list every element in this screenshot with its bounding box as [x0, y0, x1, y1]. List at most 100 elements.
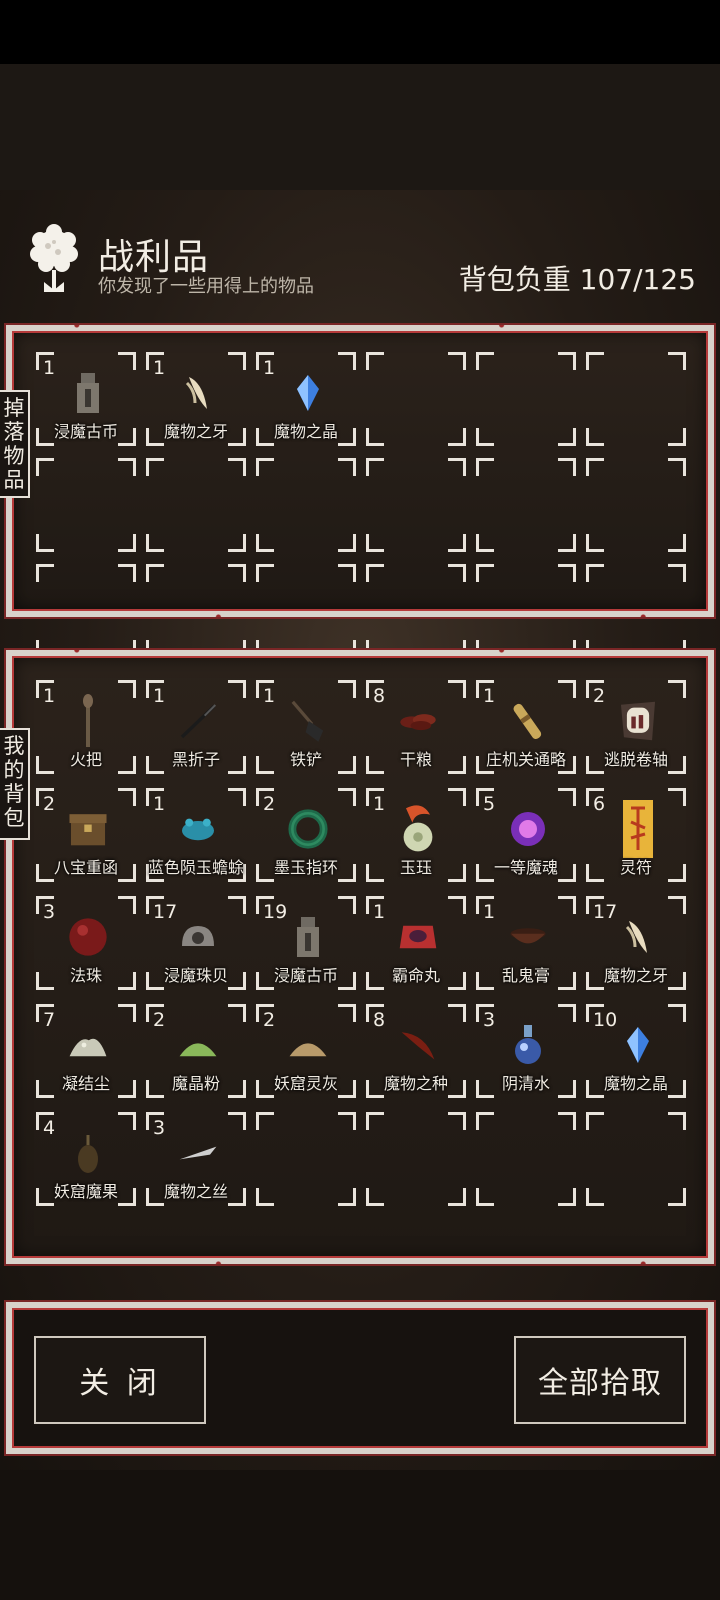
item-quantity: 2: [153, 1009, 166, 1031]
bag-item-slot[interactable]: 17 魔物之牙: [586, 896, 686, 990]
drop-empty-slot[interactable]: [476, 564, 576, 658]
slot-corner: [586, 352, 604, 370]
bag-item-slot[interactable]: 1 蓝色陨玉蟾蜍: [146, 788, 246, 882]
item-quantity: 2: [263, 1009, 276, 1031]
bag-item-slot[interactable]: 7 凝结尘: [36, 1004, 136, 1098]
crystal-icon: [288, 370, 328, 416]
pick-all-button[interactable]: 全部拾取: [514, 1336, 686, 1424]
bag-item-slot[interactable]: 2 墨玉指环: [256, 788, 356, 882]
torch-icon: [68, 694, 108, 747]
bag-item-slot[interactable]: 1 火把: [36, 680, 136, 774]
slot-corner: [586, 428, 604, 446]
slot-corner: [586, 1188, 604, 1206]
slot-corner: [338, 1112, 356, 1130]
slot-corner: [668, 788, 686, 806]
my-bag-grid: 1 火把 1 黑折子 1 铁铲 8 干粮 1 庄机关通略 2 逃脱卷轴 2 八宝重函 1 蓝色陨玉蟾蜍 2 墨玉指…: [36, 680, 696, 1220]
bag-item-slot[interactable]: 6 灵符: [586, 788, 686, 882]
slot-corner: [118, 680, 136, 698]
item-name: 干粮: [399, 750, 432, 769]
bag-item-slot[interactable]: 8 干粮: [366, 680, 466, 774]
item-name: 灵符: [619, 858, 652, 877]
bag-item-slot[interactable]: 2 魔晶粉: [146, 1004, 246, 1098]
bag-empty-slot[interactable]: [366, 1112, 466, 1206]
slot-corner: [668, 1112, 686, 1130]
drop-empty-slot[interactable]: [256, 564, 356, 658]
drop-empty-slot[interactable]: [256, 458, 356, 552]
drop-item-slot[interactable]: 1 魔物之牙: [146, 352, 246, 446]
bag-item-slot[interactable]: 8 魔物之种: [366, 1004, 466, 1098]
bag-item-slot[interactable]: 2 八宝重函: [36, 788, 136, 882]
bag-item-slot[interactable]: 1 铁铲: [256, 680, 356, 774]
soul-orb-icon: [508, 806, 548, 852]
drop-empty-slot[interactable]: [476, 352, 576, 446]
slot-corner: [366, 1188, 384, 1206]
slot-corner: [118, 534, 136, 552]
drop-empty-slot[interactable]: [146, 564, 246, 658]
item-quantity: 1: [153, 793, 166, 815]
bag-item-slot[interactable]: 1 黑折子: [146, 680, 246, 774]
close-button[interactable]: 关 闭: [34, 1336, 206, 1424]
shovel-icon: [288, 698, 328, 744]
jade-pendant-icon: [398, 805, 438, 852]
drop-empty-slot[interactable]: [36, 458, 136, 552]
drop-empty-slot[interactable]: [476, 458, 576, 552]
slot-corner: [228, 788, 246, 806]
drop-empty-slot[interactable]: [586, 458, 686, 552]
item-quantity: 1: [43, 357, 56, 379]
bag-item-slot[interactable]: 3 阴清水: [476, 1004, 576, 1098]
drop-empty-slot[interactable]: [366, 564, 466, 658]
drop-items-tab: 掉落物品: [0, 390, 30, 498]
slot-corner: [448, 896, 466, 914]
bag-item-slot[interactable]: 4 妖窟魔果: [36, 1112, 136, 1206]
bag-item-slot[interactable]: 5 一等魔魂: [476, 788, 576, 882]
jade-ring-icon: [288, 806, 328, 852]
slot-corner: [228, 534, 246, 552]
bag-item-slot[interactable]: 3 法珠: [36, 896, 136, 990]
bag-item-slot[interactable]: 1 玉珏: [366, 788, 466, 882]
bag-item-slot[interactable]: 1 乱鬼膏: [476, 896, 576, 990]
slot-corner: [256, 1188, 274, 1206]
drop-empty-slot[interactable]: [36, 564, 136, 658]
bag-item-slot[interactable]: 2 逃脱卷轴: [586, 680, 686, 774]
slot-corner: [558, 428, 576, 446]
item-quantity: 3: [43, 901, 56, 923]
bag-empty-slot[interactable]: [476, 1112, 576, 1206]
bag-item-slot[interactable]: 19 浸魔古币: [256, 896, 356, 990]
item-name: 妖窟灵灰: [273, 1074, 338, 1093]
drop-empty-slot[interactable]: [586, 352, 686, 446]
slot-corner: [256, 1112, 274, 1130]
slot-corner: [668, 896, 686, 914]
drop-empty-slot[interactable]: [586, 564, 686, 658]
bag-item-slot[interactable]: 17 浸魔珠贝: [146, 896, 246, 990]
slot-corner: [476, 428, 494, 446]
slot-corner: [228, 680, 246, 698]
slot-corner: [668, 564, 686, 582]
item-quantity: 3: [153, 1117, 166, 1139]
drop-item-slot[interactable]: 1 浸魔古币: [36, 352, 136, 446]
bag-empty-slot[interactable]: [256, 1112, 356, 1206]
slot-corner: [586, 1112, 604, 1130]
drop-item-slot[interactable]: 1 魔物之晶: [256, 352, 356, 446]
item-name: 黑折子: [171, 750, 220, 769]
slot-corner: [118, 1004, 136, 1022]
slot-corner: [118, 788, 136, 806]
bag-empty-slot[interactable]: [586, 1112, 686, 1206]
drop-empty-slot[interactable]: [366, 352, 466, 446]
bag-item-slot[interactable]: 10 魔物之晶: [586, 1004, 686, 1098]
drop-empty-slot[interactable]: [366, 458, 466, 552]
slot-corner: [476, 534, 494, 552]
bag-item-slot[interactable]: 3 魔物之丝: [146, 1112, 246, 1206]
slot-corner: [448, 1004, 466, 1022]
slot-corner: [36, 534, 54, 552]
bag-item-slot[interactable]: 1 庄机关通略: [476, 680, 576, 774]
bag-weight-label: 背包负重 107/125: [458, 263, 696, 296]
bag-item-slot[interactable]: 2 妖窟灵灰: [256, 1004, 356, 1098]
drop-empty-slot[interactable]: [146, 458, 246, 552]
item-quantity: 17: [153, 901, 178, 923]
item-quantity: 1: [153, 685, 166, 707]
slot-corner: [476, 564, 494, 582]
slot-corner: [558, 352, 576, 370]
slot-corner: [558, 534, 576, 552]
bag-item-slot[interactable]: 1 霸命丸: [366, 896, 466, 990]
item-quantity: 1: [373, 793, 386, 815]
